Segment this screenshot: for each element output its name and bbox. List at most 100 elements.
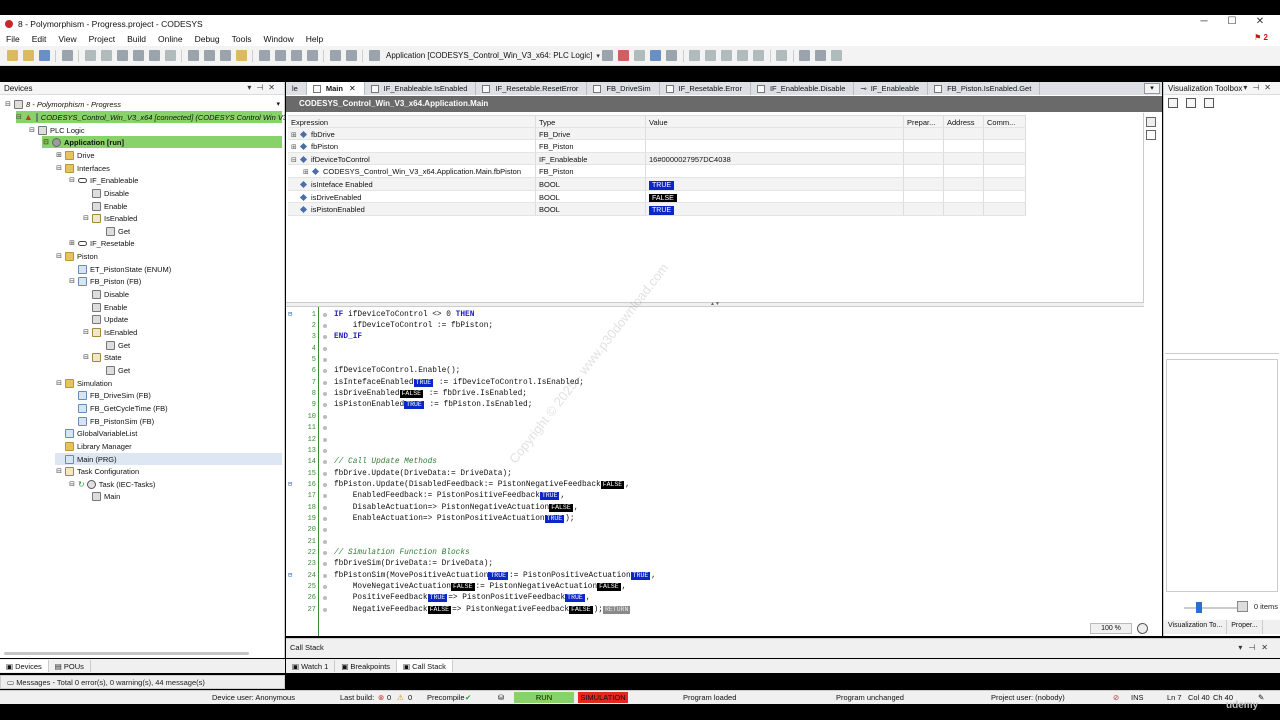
expand-icon[interactable]: ⊞ (55, 151, 63, 159)
tree-item-et-pistonstate[interactable]: ET_PistonState (ENUM) (68, 263, 171, 275)
inline-value-false[interactable]: FALSE (569, 605, 593, 614)
col-type[interactable]: Type (536, 116, 646, 127)
inline-value-false[interactable]: FALSE (399, 390, 424, 399)
col-address[interactable]: Address (944, 116, 984, 127)
inline-value-true[interactable]: TRUE (630, 571, 651, 580)
find-next-icon[interactable] (219, 50, 231, 61)
breakpoint-marker[interactable] (323, 312, 327, 317)
breakpoint-marker[interactable] (323, 335, 327, 340)
tab-if-enableable-disable[interactable]: IF_Enableable.Disable (751, 82, 855, 95)
redo-icon[interactable] (100, 50, 112, 61)
breakpoint-marker[interactable] (323, 505, 327, 510)
close-button[interactable]: ✕ (1246, 16, 1274, 27)
collapse-icon[interactable]: ⊟ (4, 100, 12, 108)
breakpoint-marker[interactable] (323, 403, 327, 408)
code-line[interactable]: 19 EnableActuation=> PistonPositiveActua… (286, 513, 1146, 524)
tree-item-project[interactable]: ⊟ 8 - Polymorphism - Progress ▾ (4, 98, 282, 110)
inline-value-true[interactable]: TRUE (427, 594, 448, 603)
code-line[interactable]: 22 // Simulation Function Blocks (286, 547, 1146, 558)
code-line[interactable]: 17 EnabledFeedback:= PistonPositiveFeedb… (286, 491, 1146, 502)
show-next-statement-icon[interactable] (776, 50, 788, 61)
tab-pous[interactable]: ▤ POUs (49, 660, 91, 672)
breakpoint-marker[interactable] (323, 573, 327, 578)
inline-value-true[interactable]: TRUE (544, 514, 565, 523)
breakpoint-marker[interactable] (323, 392, 327, 397)
watch-row[interactable]: ⊞ fbDrive FB_Drive (288, 127, 1026, 141)
size-slider[interactable] (1184, 607, 1244, 609)
tree-item-state[interactable]: ⊟ State (82, 351, 122, 363)
horizontal-scrollbar[interactable] (4, 652, 249, 655)
rebuild-icon[interactable] (345, 50, 357, 61)
code-line[interactable]: 4 (286, 343, 1146, 354)
collapse-icon[interactable]: ⊟ (16, 113, 22, 121)
bookmark-next-icon[interactable] (290, 50, 302, 61)
bookmark-toggle-icon[interactable] (258, 50, 270, 61)
menu-debug[interactable]: Debug (189, 34, 226, 44)
code-line[interactable]: 12 (286, 434, 1146, 445)
tab-main[interactable]: Main ✕ (306, 82, 365, 95)
inline-value-false[interactable]: FALSE (549, 503, 573, 512)
code-line[interactable]: 26 PositiveFeedback TRUE => PistonPositive… (286, 593, 1146, 604)
panel-controls-icon[interactable]: ▾⊣✕ (1243, 83, 1276, 92)
fold-toggle-icon[interactable]: ⊟ (288, 310, 292, 319)
tree-item-isenabled[interactable]: ⊟ IsEnabled (82, 212, 137, 224)
print-icon[interactable] (61, 50, 73, 61)
tree-item-if-resetable[interactable]: ⊞ IF_Resetable (68, 237, 135, 249)
tab-fb-piston-isenabled-get[interactable]: FB_Piston.IsEnabled.Get (928, 82, 1041, 95)
breakpoint-marker[interactable] (323, 369, 327, 374)
close-tab-icon[interactable]: ✕ (349, 84, 356, 93)
code-line[interactable]: 14 // Call Update Methods (286, 457, 1146, 468)
minimize-button[interactable]: ─ (1190, 16, 1218, 27)
tab-truncated[interactable]: le (286, 82, 307, 95)
breakpoint-marker[interactable] (323, 607, 327, 612)
tab-watch-1[interactable]: ▣ Watch 1 (286, 660, 336, 672)
breakpoint-marker[interactable] (323, 482, 327, 487)
inline-value-false[interactable]: FALSE (450, 583, 475, 592)
col-expression[interactable]: Expression (288, 116, 536, 127)
inline-value-true[interactable]: TRUE (413, 378, 434, 387)
breakpoint-marker[interactable] (323, 414, 327, 419)
watch-row[interactable]: ⊟ ifDeviceToControl IF_Enableable 16#0000… (288, 152, 1026, 166)
menu-build[interactable]: Build (121, 34, 152, 44)
menu-view[interactable]: View (52, 34, 82, 44)
fold-toggle-icon[interactable]: ⊟ (288, 480, 292, 489)
watch-row[interactable]: isDriveEnabled BOOL FALSE (288, 190, 1026, 204)
collapse-icon[interactable]: ⊟ (28, 126, 36, 134)
collapse-icon[interactable]: ⊟ (82, 328, 90, 336)
tab-fb-drivesim[interactable]: FB_DriveSim (587, 82, 660, 95)
breakpoint-icon[interactable] (753, 50, 765, 61)
collapse-icon[interactable]: ⊟ (68, 480, 76, 488)
collapse-icon[interactable]: ⊟ (68, 176, 76, 184)
delete-icon[interactable] (164, 50, 176, 61)
code-line[interactable]: 5 (286, 354, 1146, 365)
collapse-icon[interactable]: ⊟ (68, 277, 76, 285)
bookmark-clear-icon[interactable] (306, 50, 318, 61)
breakpoint-marker[interactable] (323, 539, 327, 544)
panel-controls-icon[interactable]: ▾⊣✕ (1238, 643, 1274, 652)
tab-breakpoints[interactable]: ▣ Breakpoints (335, 660, 398, 672)
menu-project[interactable]: Project (83, 34, 121, 44)
toolbox-category-icon[interactable] (1168, 98, 1178, 108)
inline-value-false[interactable]: FALSE (597, 583, 621, 592)
code-line[interactable]: 10 (286, 411, 1146, 422)
menu-help[interactable]: Help (300, 34, 329, 44)
code-line[interactable]: 21 (286, 536, 1146, 547)
step-into-icon[interactable] (705, 50, 717, 61)
collapse-icon[interactable]: ⊟ (82, 214, 90, 222)
collapse-icon[interactable]: ⊟ (55, 467, 63, 475)
col-comment[interactable]: Comm... (984, 116, 1026, 127)
tree-item-get[interactable]: Get (96, 339, 130, 351)
tree-item-device[interactable]: ⊟ ▲ CODESYS_Control_Win_V3_x64 [connected]… (16, 111, 287, 123)
tree-item-task[interactable]: ⊟ ↻ Task (IEC-Tasks) (68, 478, 155, 490)
tab-if-resetable-reseterror[interactable]: IF_Resetable.ResetError (476, 82, 588, 95)
col-prepared[interactable]: Prepar... (904, 116, 944, 127)
tree-item-isenabled[interactable]: ⊟ IsEnabled (82, 326, 137, 338)
fold-toggle-icon[interactable]: ⊟ (288, 571, 292, 580)
code-line[interactable]: 20 (286, 525, 1146, 536)
tree-item-enable[interactable]: Enable (82, 301, 127, 313)
breakpoint-marker[interactable] (323, 460, 327, 465)
collapse-icon[interactable]: ⊟ (55, 379, 63, 387)
chevron-down-icon[interactable]: ▾ (596, 52, 600, 60)
tree-item-task-configuration[interactable]: ⊟ Task Configuration (55, 465, 139, 477)
tab-visualization-toolbox[interactable]: Visualization To... (1164, 620, 1228, 634)
